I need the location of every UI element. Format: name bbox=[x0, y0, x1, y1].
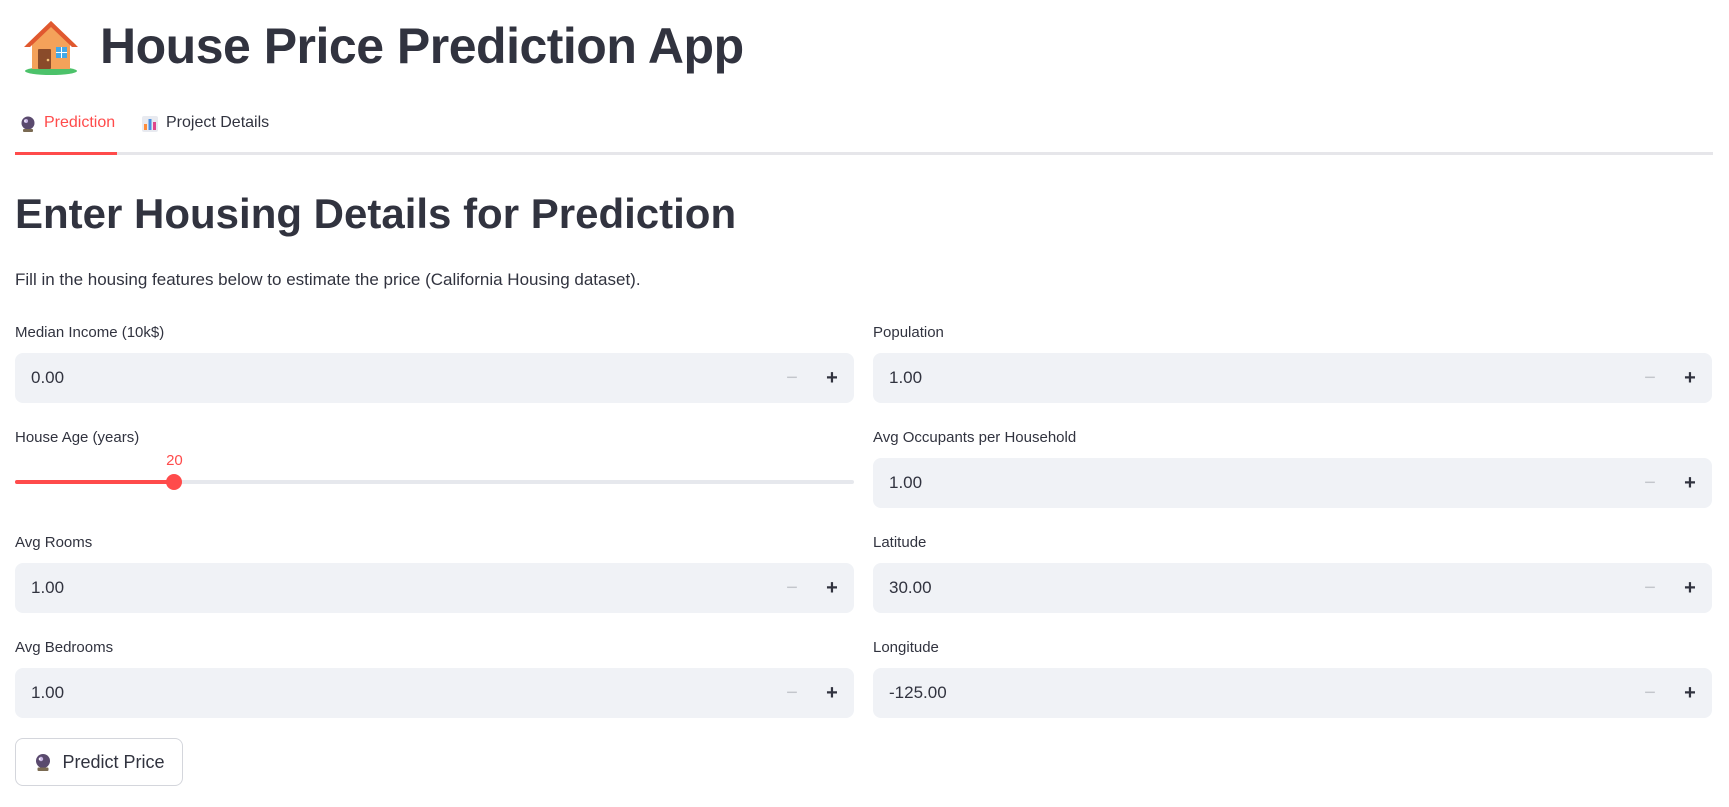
tab-prediction[interactable]: Prediction bbox=[14, 114, 118, 155]
avg-occupants-decrement-button[interactable]: − bbox=[1630, 458, 1670, 508]
latitude-increment-button[interactable]: + bbox=[1670, 563, 1710, 613]
tab-project-details-label: Project Details bbox=[166, 114, 270, 131]
slider-value: 20 bbox=[166, 452, 183, 469]
house-age-slider[interactable]: 20 bbox=[15, 452, 854, 494]
longitude-decrement-button[interactable]: − bbox=[1630, 668, 1670, 718]
house-icon bbox=[22, 17, 80, 75]
bar-chart-icon bbox=[141, 115, 159, 133]
tab-bar: Prediction Project Details bbox=[14, 108, 1713, 155]
slider-fill bbox=[15, 480, 175, 484]
avg-bedrooms-label: Avg Bedrooms bbox=[15, 639, 114, 656]
population-field[interactable] bbox=[873, 367, 1630, 389]
avg-rooms-decrement-button[interactable]: − bbox=[772, 563, 812, 613]
app-page: House Price Prediction App Prediction Pr… bbox=[0, 0, 1729, 807]
section-description: Fill in the housing features below to es… bbox=[15, 270, 641, 289]
slider-thumb[interactable] bbox=[166, 474, 183, 490]
avg-occupants-input: − + bbox=[873, 458, 1712, 508]
predict-price-button[interactable]: Predict Price bbox=[15, 738, 183, 786]
longitude-field[interactable] bbox=[873, 682, 1630, 704]
title-row: House Price Prediction App bbox=[22, 14, 744, 78]
median-income-field[interactable] bbox=[15, 367, 772, 389]
predict-price-label: Predict Price bbox=[62, 751, 165, 772]
median-income-label: Median Income (10k$) bbox=[15, 324, 165, 341]
median-income-increment-button[interactable]: + bbox=[812, 353, 852, 403]
avg-bedrooms-decrement-button[interactable]: − bbox=[772, 668, 812, 718]
house-age-label: House Age (years) bbox=[15, 429, 140, 446]
avg-rooms-field[interactable] bbox=[15, 577, 772, 599]
longitude-label: Longitude bbox=[873, 639, 939, 656]
crystal-ball-icon bbox=[19, 115, 37, 133]
latitude-label: Latitude bbox=[873, 534, 927, 551]
avg-rooms-increment-button[interactable]: + bbox=[812, 563, 852, 613]
avg-bedrooms-increment-button[interactable]: + bbox=[812, 668, 852, 718]
avg-bedrooms-field[interactable] bbox=[15, 682, 772, 704]
avg-occupants-field[interactable] bbox=[873, 472, 1630, 494]
section-heading: Enter Housing Details for Prediction bbox=[15, 190, 737, 237]
avg-rooms-input: − + bbox=[15, 563, 854, 613]
population-input: − + bbox=[873, 353, 1712, 403]
avg-occupants-label: Avg Occupants per Household bbox=[873, 429, 1077, 446]
median-income-decrement-button[interactable]: − bbox=[772, 353, 812, 403]
latitude-decrement-button[interactable]: − bbox=[1630, 563, 1670, 613]
avg-occupants-increment-button[interactable]: + bbox=[1670, 458, 1710, 508]
population-label: Population bbox=[873, 324, 944, 341]
tab-prediction-label: Prediction bbox=[44, 114, 116, 131]
app-title: House Price Prediction App bbox=[100, 18, 744, 74]
longitude-increment-button[interactable]: + bbox=[1670, 668, 1710, 718]
latitude-input: − + bbox=[873, 563, 1712, 613]
population-increment-button[interactable]: + bbox=[1670, 353, 1710, 403]
tab-project-details[interactable]: Project Details bbox=[141, 114, 269, 152]
median-income-input: − + bbox=[15, 353, 854, 403]
population-decrement-button[interactable]: − bbox=[1630, 353, 1670, 403]
avg-bedrooms-input: − + bbox=[15, 668, 854, 718]
avg-rooms-label: Avg Rooms bbox=[15, 534, 93, 551]
longitude-input: − + bbox=[873, 668, 1712, 718]
latitude-field[interactable] bbox=[873, 577, 1630, 599]
crystal-ball-icon bbox=[33, 752, 53, 772]
